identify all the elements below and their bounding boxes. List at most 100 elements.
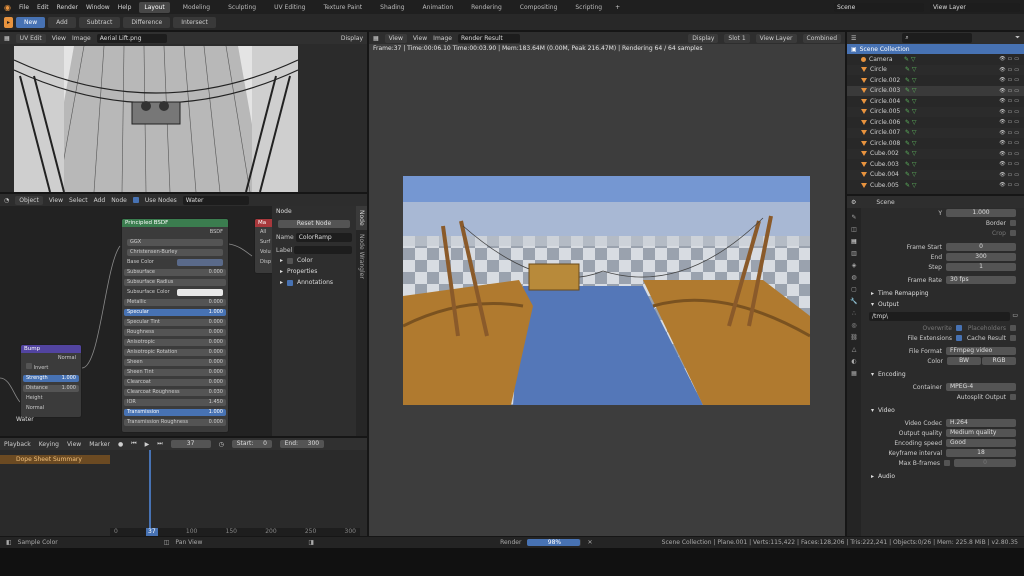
subtract-button[interactable]: Subtract (78, 16, 121, 28)
principled-row[interactable]: Anisotropic 0.000 (124, 337, 226, 347)
autosplit-checkbox[interactable] (1010, 394, 1016, 400)
tab-node-wrangler[interactable]: Node Wrangler (356, 230, 367, 283)
principled-input-field[interactable]: IOR 1.450 (124, 398, 226, 406)
cache-result-checkbox[interactable] (1010, 335, 1016, 341)
marker-menu[interactable]: Marker (89, 441, 110, 448)
mesh-data-icon[interactable]: ✎ ▽ (905, 98, 917, 105)
visibility-icon[interactable]: 👁▭▭ (999, 182, 1024, 188)
principled-input-field[interactable]: Subsurface 0.000 (124, 268, 226, 276)
visibility-icon[interactable]: 👁▭▭ (999, 161, 1024, 167)
principled-bsdf-node[interactable]: Principled BSDF BSDF GGX Christensen-Bur… (121, 218, 229, 433)
outliner-row[interactable]: Cube.002 ✎ ▽ 👁▭▭ (847, 148, 1024, 159)
mesh-data-icon[interactable]: ✎ ▽ (905, 119, 917, 126)
visibility-icon[interactable]: 👁▭▭ (999, 109, 1024, 115)
file-extensions-checkbox[interactable] (956, 335, 962, 341)
time-remapping-section[interactable]: ▸ Time Remapping (863, 288, 1024, 299)
node-name-field[interactable]: ColorRamp (295, 233, 352, 242)
node-menu-node[interactable]: Node (111, 197, 127, 204)
node-editor-type-icon[interactable]: ◔ (4, 197, 9, 204)
outliner-row[interactable]: Circle.006 ✎ ▽ 👁▭▭ (847, 117, 1024, 128)
end-frame-field[interactable]: End: 300 (279, 440, 324, 448)
reset-node-button[interactable]: Reset Node (278, 220, 350, 228)
texture-tab-icon[interactable]: ▦ (851, 370, 857, 377)
output-tab-icon[interactable]: ▤ (851, 238, 857, 245)
output-quality-dropdown[interactable]: Medium quality (946, 429, 1016, 437)
mesh-data-icon[interactable]: ✎ ▽ (905, 87, 917, 94)
dope-sheet-summary[interactable]: Dope Sheet Summary (0, 455, 110, 464)
material-tab-icon[interactable]: ◐ (851, 358, 856, 365)
principled-input-field[interactable]: Base Color (124, 258, 226, 266)
mesh-data-icon[interactable]: ✎ ▽ (905, 171, 917, 178)
visibility-icon[interactable]: 👁▭▭ (999, 172, 1024, 178)
uv-display-menu[interactable]: Display (341, 35, 363, 42)
mesh-data-icon[interactable]: ✎ ▽ (905, 161, 917, 168)
scene-collection-row[interactable]: ▣ Scene Collection (847, 44, 1024, 54)
mesh-data-icon[interactable]: ✎ ▽ (904, 56, 916, 63)
principled-row[interactable]: Base Color (124, 257, 226, 267)
render-result-field[interactable]: Render Result (457, 33, 520, 43)
add-workspace-icon[interactable]: + (615, 4, 620, 11)
node-label-field[interactable] (294, 246, 352, 254)
outliner-row[interactable]: Cube.003 ✎ ▽ 👁▭▭ (847, 159, 1024, 170)
view-layer-tab-icon[interactable]: ▥ (851, 250, 857, 257)
filter-icon[interactable]: ⏷ (1015, 34, 1020, 42)
output-path-field[interactable]: /tmp\ (869, 312, 1011, 321)
uv-image-name[interactable]: Aerial Lift.png (96, 33, 167, 43)
principled-input-field[interactable]: Anisotropic Rotation 0.000 (124, 348, 226, 356)
render-editor-icon[interactable]: ▦ (373, 35, 379, 42)
physics-tab-icon[interactable]: ◎ (851, 322, 856, 329)
principled-input-field[interactable]: Transmission Roughness 0.000 (124, 418, 226, 426)
rgb-button[interactable]: RGB (982, 357, 1016, 365)
principled-row[interactable]: Metallic 0.000 (124, 297, 226, 307)
outliner-row[interactable]: Cube.004 ✎ ▽ 👁▭▭ (847, 169, 1024, 180)
use-nodes-checkbox[interactable] (132, 197, 139, 203)
data-tab-icon[interactable]: △ (852, 346, 857, 353)
frame-step-field[interactable]: 1 (946, 263, 1016, 271)
add-button[interactable]: Add (48, 16, 76, 28)
render-tab-icon[interactable]: ◫ (851, 226, 857, 233)
tab-node[interactable]: Node (356, 206, 367, 230)
y-field[interactable]: 1.000 (946, 209, 1016, 217)
visibility-icon[interactable]: 👁▭▭ (999, 56, 1024, 62)
tool-tab-icon[interactable]: ✎ (851, 214, 856, 221)
editor-type-icon[interactable]: ▦ (4, 35, 10, 42)
uv-menu-image[interactable]: Image (72, 35, 91, 42)
tab-compositing[interactable]: Compositing (515, 2, 563, 13)
principled-row[interactable]: Transmission Roughness 0.000 (124, 417, 226, 427)
menu-render[interactable]: Render (57, 4, 78, 11)
keyframe-interval-field[interactable]: 18 (946, 449, 1016, 457)
playback-menu[interactable]: Playback (4, 441, 31, 448)
output-section[interactable]: ▾ Output (863, 299, 1024, 310)
principled-input-field[interactable]: Transmission 1.000 (124, 408, 226, 416)
tab-scripting[interactable]: Scripting (570, 2, 607, 13)
strength-slider[interactable]: Strength 1.000 (23, 374, 79, 382)
color-swatch[interactable] (177, 288, 223, 296)
principled-row[interactable]: Sheen Tint 0.000 (124, 367, 226, 377)
tab-sculpting[interactable]: Sculpting (223, 2, 261, 13)
render-menu-view[interactable]: View (413, 35, 427, 42)
mesh-data-icon[interactable]: ✎ ▽ (905, 66, 917, 73)
tab-layout[interactable]: Layout (139, 1, 170, 13)
principled-row[interactable]: IOR 1.450 (124, 397, 226, 407)
modifier-tab-icon[interactable]: 🔧 (850, 298, 857, 305)
menu-help[interactable]: Help (118, 4, 132, 11)
file-format-dropdown[interactable]: FFmpeg video (946, 347, 1016, 355)
intersect-button[interactable]: Intersect (173, 16, 216, 28)
play-icon[interactable]: ▶ (145, 441, 150, 448)
view-layer-selector[interactable]: View Layer (930, 2, 1020, 12)
rendered-image[interactable] (403, 176, 810, 405)
particles-tab-icon[interactable]: ∴ (852, 310, 856, 317)
outliner-row[interactable]: Circle.007 ✎ ▽ 👁▭▭ (847, 127, 1024, 138)
principled-row[interactable]: Anisotropic Rotation 0.000 (124, 347, 226, 357)
select-tool-icon[interactable]: ▸ (4, 16, 14, 28)
node-menu-select[interactable]: Select (69, 197, 88, 204)
tab-uv-editing[interactable]: UV Editing (269, 2, 310, 13)
object-tab-icon[interactable]: ▢ (851, 286, 857, 293)
encoding-speed-dropdown[interactable]: Good (946, 439, 1016, 447)
outliner-row[interactable]: Circle.004 ✎ ▽ 👁▭▭ (847, 96, 1024, 107)
principled-input-field[interactable]: Subsurface Color (124, 288, 226, 296)
visibility-icon[interactable]: 👁▭▭ (999, 77, 1024, 83)
principled-input-field[interactable]: Metallic 0.000 (124, 298, 226, 306)
current-frame-field[interactable]: 37 (170, 440, 211, 448)
principled-input-field[interactable]: Roughness 0.000 (124, 328, 226, 336)
